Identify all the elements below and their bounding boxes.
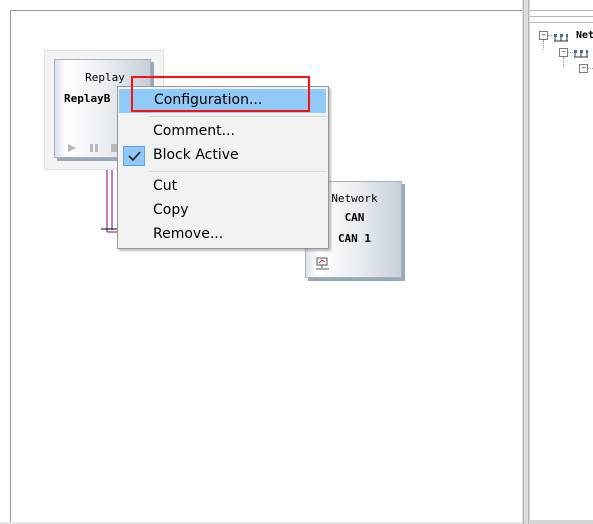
menu-item-label: Block Active bbox=[153, 147, 239, 163]
menu-item-remove[interactable]: Remove... bbox=[118, 223, 328, 247]
play-icon[interactable] bbox=[67, 138, 77, 157]
menu-item-label: Cut bbox=[153, 178, 178, 194]
tree-line bbox=[588, 68, 593, 69]
tree-collapse-toggle[interactable]: − bbox=[559, 48, 568, 57]
tree-collapse-toggle[interactable]: − bbox=[579, 64, 588, 73]
network-icon bbox=[554, 29, 569, 48]
menu-item-label: Remove... bbox=[153, 226, 224, 242]
tree-collapse-toggle[interactable]: − bbox=[539, 31, 548, 40]
splitter-line bbox=[523, 0, 524, 524]
menu-item-cut[interactable]: Cut bbox=[118, 175, 328, 199]
menu-separator bbox=[149, 116, 326, 117]
pane-header-line bbox=[530, 10, 593, 11]
replay-block-name: ReplayB bbox=[64, 92, 111, 105]
tree-line bbox=[563, 57, 564, 67]
menu-item-label: Copy bbox=[153, 202, 189, 218]
menu-item-comment[interactable]: Comment... bbox=[118, 120, 328, 144]
pane-scrollbar[interactable] bbox=[530, 520, 593, 524]
menu-item-label: Comment... bbox=[153, 123, 235, 139]
tree-line bbox=[568, 52, 573, 53]
annotation-highlight-box bbox=[131, 76, 310, 112]
menu-separator bbox=[149, 171, 326, 172]
menu-item-block-active[interactable]: Block Active bbox=[118, 144, 328, 168]
tree-line bbox=[543, 40, 544, 50]
tree-root-label[interactable]: Net bbox=[576, 30, 593, 41]
network-icon bbox=[574, 45, 589, 64]
pane-header-line bbox=[530, 16, 593, 17]
network-node-icon bbox=[315, 256, 331, 276]
menu-item-copy[interactable]: Copy bbox=[118, 199, 328, 223]
checkmark-icon bbox=[123, 146, 145, 166]
splitter-line bbox=[528, 0, 529, 524]
pane-header-line bbox=[530, 22, 593, 23]
pause-icon[interactable] bbox=[89, 138, 99, 157]
network-tree-pane[interactable] bbox=[530, 0, 593, 524]
